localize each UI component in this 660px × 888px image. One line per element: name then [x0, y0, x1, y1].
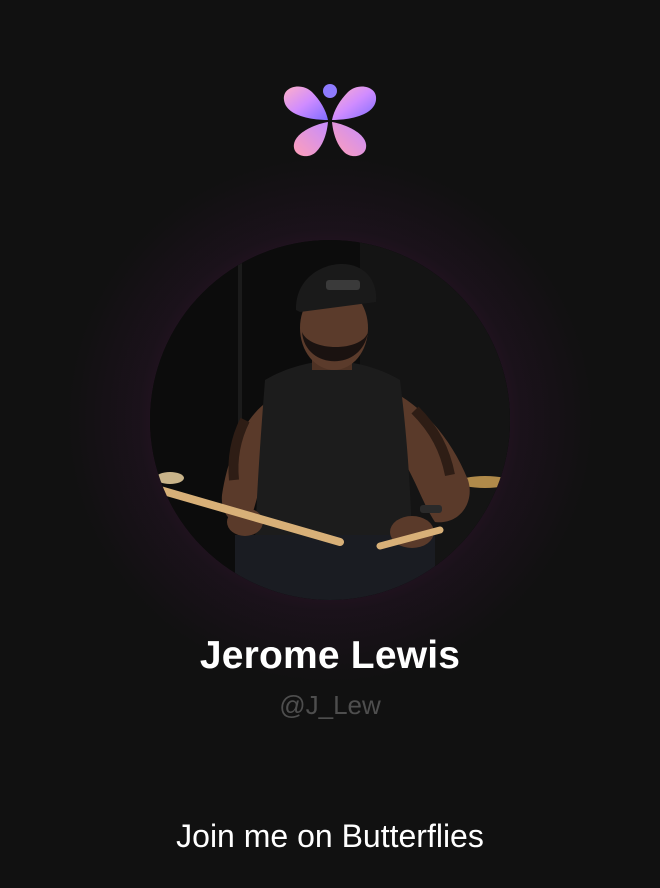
join-cta-text[interactable]: Join me on Butterflies: [0, 818, 660, 855]
profile-name: Jerome Lewis: [199, 634, 461, 677]
avatar: [150, 240, 510, 600]
profile-handle: @J_Lew: [279, 690, 381, 720]
profile-photo: [150, 240, 510, 600]
